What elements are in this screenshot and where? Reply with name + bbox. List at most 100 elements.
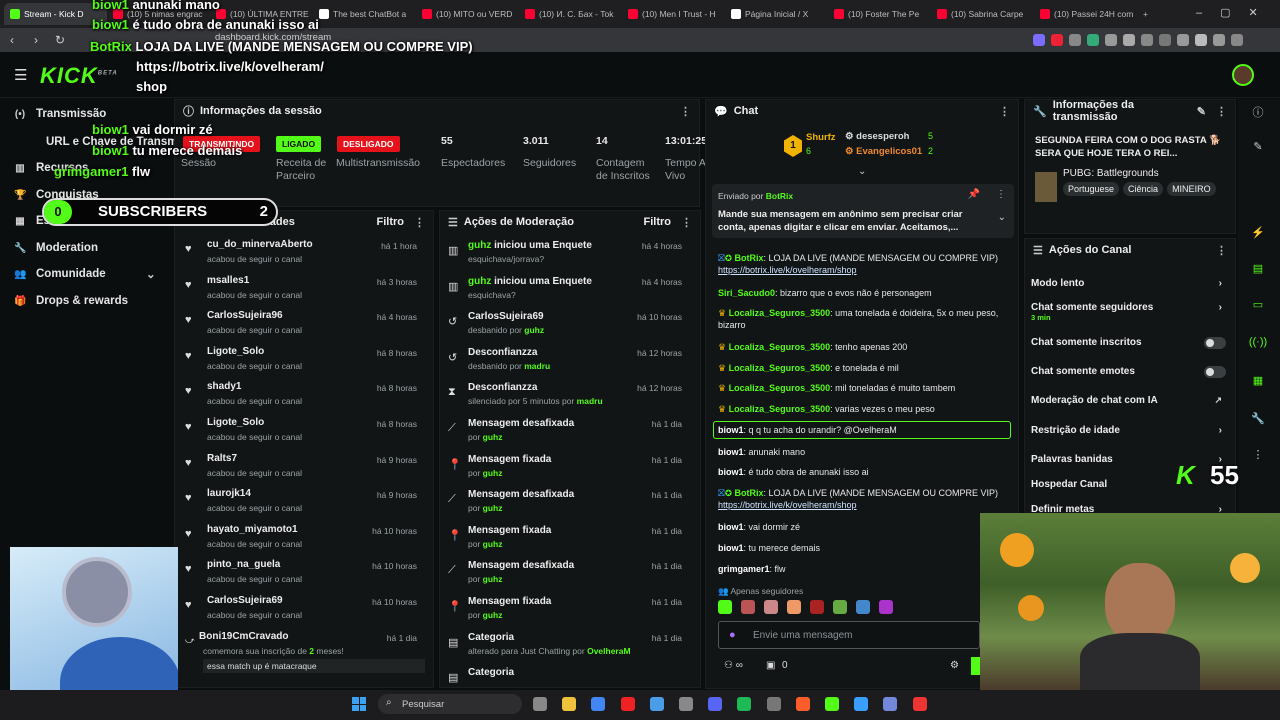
mic-icon[interactable]: ● <box>729 629 736 641</box>
chat-message[interactable]: ♛ Localiza_Seguros_3500: mil toneladas é… <box>718 382 1008 394</box>
moderation-action[interactable]: Mensagem fixada <box>468 525 551 536</box>
feed-user[interactable]: cu_do_minervaAberto <box>207 239 313 250</box>
chat-message[interactable]: ♛ Localiza_Seguros_3500: tenho apenas 20… <box>718 341 1008 353</box>
back-icon[interactable]: ‹ <box>0 33 24 47</box>
extension-icon[interactable] <box>1231 34 1243 46</box>
emote-icon[interactable] <box>718 600 732 614</box>
more-options-icon[interactable]: ⋮ <box>1240 448 1276 472</box>
taskbar-app-icon[interactable] <box>854 697 869 711</box>
sidebar-item[interactable]: 🎁 Drops & rewards <box>14 295 128 307</box>
tag-chip[interactable]: MINEIRO <box>1167 182 1216 196</box>
taskbar-app-icon[interactable] <box>649 697 664 711</box>
moderation-action[interactable]: guhz iniciou uma Enquete <box>468 276 592 287</box>
browser-tab[interactable]: (10) Passei 24H com <box>1034 3 1137 25</box>
browser-tab[interactable]: Página Inicial / X <box>725 3 828 25</box>
chat-username[interactable]: BotRix <box>734 488 763 498</box>
chat-settings-icons[interactable]: ⚇ ∞ <box>724 660 743 671</box>
feed-user[interactable]: Boni19CmCravado <box>199 631 288 642</box>
lightning-icon[interactable]: ⚡ <box>1240 226 1276 250</box>
tag-chip[interactable]: Ciência <box>1123 182 1164 196</box>
moderation-action[interactable]: Mensagem desafixada <box>468 489 574 500</box>
emote-icon[interactable] <box>764 600 778 614</box>
wrench-icon[interactable]: 🔧 <box>1240 412 1276 436</box>
more-options-icon[interactable]: ⋮ <box>680 105 691 118</box>
chat-username[interactable]: Localiza_Seguros_3500 <box>729 363 831 373</box>
points-icon[interactable]: ▣ <box>766 660 775 671</box>
taskbar-app-icon[interactable] <box>562 697 577 711</box>
emote-icon[interactable] <box>741 600 755 614</box>
extension-icon[interactable] <box>1177 34 1189 46</box>
feed-user[interactable]: msalles1 <box>207 275 249 286</box>
chat-username[interactable]: Localiza_Seguros_3500 <box>729 383 831 393</box>
collapse-icon[interactable]: ⌄ <box>858 166 866 177</box>
emote-icon[interactable] <box>810 600 824 614</box>
channel-action-item[interactable]: Moderação de chat com IA ↗ <box>1031 395 1226 406</box>
settings-icon[interactable]: ⚙ <box>950 660 959 671</box>
calendar-icon[interactable]: ▦ <box>1240 374 1276 398</box>
browser-tab[interactable]: (10) Men I Trust - H <box>622 3 725 25</box>
feed-user[interactable]: hayato_miyamoto1 <box>207 524 298 535</box>
feed-user[interactable]: laurojk14 <box>207 488 251 499</box>
tag-chip[interactable]: Portuguese <box>1063 182 1120 196</box>
toggle-switch[interactable] <box>1204 337 1226 349</box>
chat-message[interactable]: ♛ Localiza_Seguros_3500: varias vezes o … <box>718 403 1008 415</box>
emote-icon[interactable] <box>787 600 801 614</box>
taskbar-app-icon[interactable] <box>620 697 635 711</box>
chat-username[interactable]: Localiza_Seguros_3500 <box>729 308 831 318</box>
edit-icon[interactable]: ✎ <box>1197 105 1206 118</box>
taskbar-app-icon[interactable] <box>679 697 693 711</box>
browser-tab[interactable]: (10) MITO ou VERD <box>416 3 519 25</box>
chat-message[interactable]: ⛝✪ BotRix: LOJA DA LIVE (MANDE MENSAGEM … <box>718 487 1008 511</box>
chat-message[interactable]: biow1: tu merece demais <box>718 542 1008 554</box>
chat-message[interactable]: ♛ Localiza_Seguros_3500: uma tonelada é … <box>718 307 1008 331</box>
kick-logo[interactable]: KICKBETA <box>40 63 118 89</box>
edit-icon[interactable]: ✎ <box>1240 140 1276 164</box>
moderation-action[interactable]: CarlosSujeira69 <box>468 311 544 322</box>
browser-tab[interactable]: The best ChatBot a <box>313 3 416 25</box>
taskbar-app-icon[interactable] <box>708 697 723 711</box>
chat-message[interactable]: biow1: é tudo obra de anunaki isso ai <box>718 466 1008 478</box>
more-options-icon[interactable]: ⋮ <box>414 216 425 229</box>
info-icon[interactable]: ⓘ <box>1240 104 1276 128</box>
taskbar-app-icon[interactable] <box>795 697 810 711</box>
channel-action-item[interactable]: Chat somente emotes <box>1031 366 1226 378</box>
chat-username[interactable]: BotRix <box>734 253 763 263</box>
toggle-switch[interactable] <box>1204 366 1226 378</box>
more-options-icon[interactable]: ⋮ <box>999 105 1010 118</box>
emote-icon[interactable] <box>879 600 893 614</box>
chat-input[interactable]: ● Envie uma mensagem <box>718 621 980 649</box>
feed-user[interactable]: Ralts7 <box>207 453 237 464</box>
filter-button[interactable]: Filtro <box>377 216 405 228</box>
moderation-action[interactable]: Desconfianzza <box>468 347 537 358</box>
broadcast-icon[interactable]: ((·)) <box>1240 336 1276 360</box>
extension-icon[interactable] <box>1087 34 1099 46</box>
channel-action-item[interactable]: Hospedar Canal <box>1031 479 1226 490</box>
emote-icon[interactable] <box>856 600 870 614</box>
browser-tab[interactable]: (10) И. С. Бах - Tok <box>519 3 622 25</box>
extension-icon[interactable] <box>1141 34 1153 46</box>
gifter-name[interactable]: ⚙ Evangelicos01 <box>845 146 922 157</box>
chat-username[interactable]: biow1 <box>718 467 744 477</box>
chat-icon[interactable]: ▭ <box>1240 298 1276 322</box>
more-options-icon[interactable]: ⋮ <box>996 189 1006 200</box>
filter-button[interactable]: Filtro <box>644 216 672 228</box>
extension-icon[interactable] <box>1213 34 1225 46</box>
channel-action-item[interactable]: Chat somente inscritos <box>1031 337 1226 349</box>
taskbar-app-icon[interactable] <box>737 697 752 711</box>
expand-icon[interactable]: ⌄ <box>998 212 1006 223</box>
chat-message[interactable]: grimgamer1: flw <box>718 563 1008 575</box>
feed-user[interactable]: Ligote_Solo <box>207 417 264 428</box>
moderation-action[interactable]: guhz iniciou uma Enquete <box>468 240 592 251</box>
more-options-icon[interactable]: ⋮ <box>1216 105 1227 118</box>
moderation-action[interactable]: Mensagem desafixada <box>468 418 574 429</box>
emote-icon[interactable] <box>833 600 847 614</box>
forward-icon[interactable]: › <box>24 33 48 47</box>
browser-tab[interactable]: (10) Foster The Pe <box>828 3 931 25</box>
gifter-name[interactable]: ⚙ desesperoh <box>845 131 909 142</box>
channel-action-item[interactable]: Chat somente seguidores 3 min › <box>1031 302 1226 322</box>
top-gifter-name[interactable]: Shurfz <box>806 132 836 143</box>
more-options-icon[interactable]: ⋮ <box>1216 244 1227 257</box>
reload-icon[interactable]: ↻ <box>48 33 72 47</box>
chat-username[interactable]: grimgamer1 <box>718 564 770 574</box>
extension-icon[interactable] <box>1105 34 1117 46</box>
